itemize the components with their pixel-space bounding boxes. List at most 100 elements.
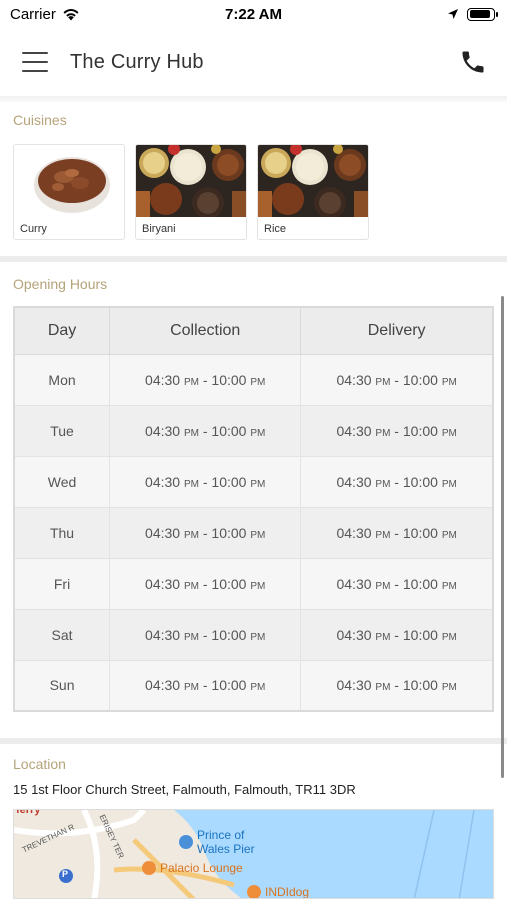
- day-cell: Mon: [13, 353, 111, 406]
- ampm-label: PM: [183, 529, 199, 541]
- collection-hours-cell: 04:30 PM - 10:00 PM: [109, 353, 302, 406]
- time-value: 04:30: [145, 422, 181, 439]
- ampm-label: PM: [183, 376, 199, 388]
- time-value: 10:00: [402, 677, 438, 694]
- phone-icon[interactable]: [459, 48, 487, 76]
- ampm-label: PM: [183, 631, 199, 643]
- cuisines-section-title: Cuisines: [13, 112, 67, 128]
- rice-image: [258, 145, 368, 217]
- cuisine-label: Curry: [20, 223, 47, 235]
- day-cell: Fri: [13, 557, 111, 610]
- time-value: 04:30: [336, 677, 372, 694]
- ampm-label: PM: [441, 427, 457, 439]
- cuisine-card-biryani[interactable]: Biryani: [135, 144, 247, 240]
- day-cell: Thu: [13, 506, 111, 559]
- status-bar: Carrier 7:22 AM: [0, 0, 507, 28]
- collection-hours-cell: 04:30 PM - 10:00 PM: [109, 506, 302, 559]
- time-value: 10:00: [211, 524, 247, 541]
- ampm-label: PM: [183, 682, 199, 694]
- status-left: Carrier: [10, 6, 80, 23]
- collection-hours-cell: 04:30 PM - 10:00 PM: [109, 404, 302, 457]
- time-value: 10:00: [211, 473, 247, 490]
- day-cell: Wed: [13, 455, 111, 508]
- table-row: Fri 04:30 PM - 10:00 PM 04:30 PM - 10:00 P…: [13, 557, 494, 610]
- cuisine-label: Biryani: [142, 223, 176, 235]
- cuisine-card-rice[interactable]: Rice: [257, 144, 369, 240]
- time-value: 04:30: [145, 677, 181, 694]
- ampm-label: PM: [375, 580, 391, 592]
- collection-hours-cell: 04:30 PM - 10:00 PM: [109, 659, 302, 712]
- ampm-label: PM: [441, 529, 457, 541]
- day-cell: Tue: [13, 404, 111, 457]
- ampm-label: PM: [375, 631, 391, 643]
- day-cell: Sun: [13, 659, 111, 712]
- time-value: 10:00: [402, 371, 438, 388]
- collection-hours-cell: 04:30 PM - 10:00 PM: [109, 455, 302, 508]
- app-header: The Curry Hub: [0, 28, 507, 96]
- day-cell: Sat: [13, 608, 111, 661]
- time-value: 04:30: [336, 422, 372, 439]
- table-row: Thu 04:30 PM - 10:00 PM 04:30 PM - 10:00 P…: [13, 506, 494, 559]
- delivery-hours-cell: 04:30 PM - 10:00 PM: [300, 557, 494, 610]
- time-value: 04:30: [145, 575, 181, 592]
- ampm-label: PM: [250, 529, 266, 541]
- ampm-label: PM: [250, 682, 266, 694]
- ampm-label: PM: [375, 682, 391, 694]
- curry-image: [14, 145, 124, 217]
- ampm-label: PM: [441, 376, 457, 388]
- ampm-label: PM: [375, 427, 391, 439]
- map-label-pier: Wales Pier: [197, 842, 255, 856]
- time-value: 04:30: [336, 575, 372, 592]
- battery-level: [469, 10, 491, 18]
- ampm-label: PM: [183, 478, 199, 490]
- ampm-label: PM: [441, 478, 457, 490]
- table-row: Wed 04:30 PM - 10:00 PM 04:30 PM - 10:00 P…: [13, 455, 494, 508]
- time-value: 10:00: [402, 422, 438, 439]
- time-value: 04:30: [145, 371, 181, 388]
- map-label-restaurant: INDIdog: [265, 885, 310, 899]
- time-value: 04:30: [336, 473, 372, 490]
- column-header-collection: Collection: [109, 306, 302, 355]
- biryani-image: [136, 145, 246, 217]
- scrollbar[interactable]: [501, 296, 504, 778]
- table-header-row: Day Collection Delivery: [13, 306, 494, 355]
- time-value: 10:00: [211, 677, 247, 694]
- cuisine-label: Rice: [264, 223, 287, 235]
- collection-hours-cell: 04:30 PM - 10:00 PM: [109, 557, 302, 610]
- ampm-label: PM: [250, 478, 266, 490]
- opening-hours-rows: Mon 04:30 PM - 10:00 PM 04:30 PM - 10:00 P…: [13, 353, 494, 712]
- time-value: 10:00: [211, 575, 247, 592]
- page-title: The Curry Hub: [70, 50, 204, 73]
- ampm-label: PM: [375, 376, 391, 388]
- ampm-label: PM: [183, 580, 199, 592]
- time-value: 10:00: [211, 422, 247, 439]
- wifi-icon: [63, 8, 79, 20]
- collection-hours-cell: 04:30 PM - 10:00 PM: [109, 608, 302, 661]
- address-text: 15 1st Floor Church Street, Falmouth, Fa…: [13, 782, 356, 797]
- map-label-restaurant: Palacio Lounge: [160, 861, 243, 875]
- location-map[interactable]: ferry TREVETHAN R ERISEY TER Prince of W…: [13, 809, 494, 899]
- cuisines-list: Curry Biryani Rice: [0, 136, 507, 252]
- delivery-hours-cell: 04:30 PM - 10:00 PM: [300, 353, 494, 406]
- time-value: 04:30: [336, 524, 372, 541]
- location-section-title: Location: [13, 756, 66, 772]
- status-right: [447, 7, 498, 21]
- delivery-hours-cell: 04:30 PM - 10:00 PM: [300, 608, 494, 661]
- hamburger-menu-icon[interactable]: [22, 52, 48, 72]
- opening-hours-section-title: Opening Hours: [13, 276, 108, 292]
- opening-hours-container: Day Collection Delivery Mon 04:30 PM - 10…: [0, 306, 507, 712]
- time-value: 10:00: [402, 575, 438, 592]
- time-value: 10:00: [402, 473, 438, 490]
- ampm-label: PM: [375, 529, 391, 541]
- column-header-delivery: Delivery: [300, 306, 494, 355]
- time-value: 04:30: [336, 371, 372, 388]
- ampm-label: PM: [250, 376, 266, 388]
- map-label-pier: Prince of: [197, 828, 245, 842]
- table-row: Sun 04:30 PM - 10:00 PM 04:30 PM - 10:00 P…: [13, 659, 494, 712]
- ampm-label: PM: [250, 631, 266, 643]
- cuisine-card-curry[interactable]: Curry: [13, 144, 125, 240]
- ampm-label: PM: [441, 580, 457, 592]
- time-value: 10:00: [211, 626, 247, 643]
- time-value: 04:30: [145, 473, 181, 490]
- ampm-label: PM: [441, 631, 457, 643]
